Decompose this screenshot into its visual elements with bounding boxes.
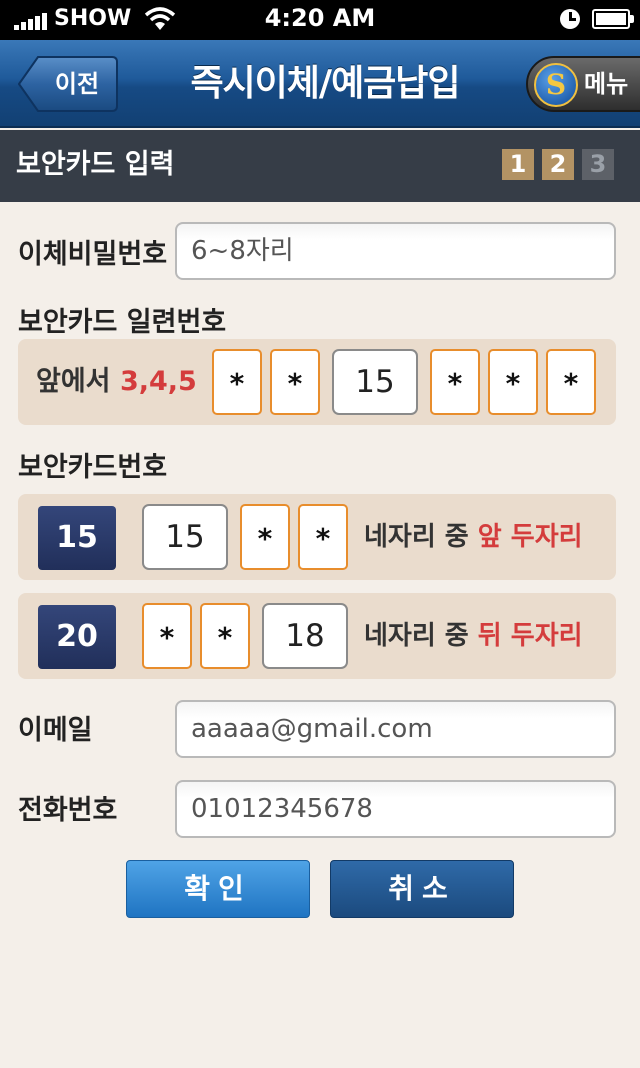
card-cell-2-1: * <box>142 603 192 669</box>
serial-prefix: 앞에서 <box>36 366 111 397</box>
card-row-1-desc-prefix: 네자리 중 <box>364 522 469 552</box>
card-cell-1-3: * <box>298 504 348 570</box>
card-cell-2-2: * <box>200 603 250 669</box>
cancel-button[interactable]: 취소 <box>330 860 514 918</box>
email-label: 이메일 <box>18 715 93 746</box>
status-bar: SHOW 4:20 AM <box>0 0 640 40</box>
back-button-label: 이전 <box>54 70 100 98</box>
section-title: 보안카드 입력 <box>16 149 175 180</box>
transfer-password-input[interactable]: 6~8자리 <box>175 222 616 280</box>
card-row-1: 15 15 * * 네자리 중 앞 두자리 <box>18 494 616 580</box>
navigation-bar: 이전 즉시이체/예금납입 메뉴 <box>0 40 640 128</box>
page-title: 즉시이체/예금납입 <box>190 63 460 104</box>
card-input-1[interactable]: 15 <box>142 504 228 570</box>
step-2: 2 <box>542 149 574 180</box>
transfer-password-label: 이체비밀번호 <box>18 239 168 270</box>
email-input[interactable]: aaaaa@gmail.com <box>175 700 616 758</box>
card-row-2-desc: 네자리 중 뒤 두자리 <box>364 593 583 679</box>
card-row-2-desc-prefix: 네자리 중 <box>364 621 469 651</box>
step-1: 1 <box>502 149 534 180</box>
serial-hint: 앞에서 3,4,5 <box>36 339 197 425</box>
card-cell-1-2: * <box>240 504 290 570</box>
phone-label: 전화번호 <box>18 795 118 826</box>
rotation-lock-icon <box>560 9 580 29</box>
menu-button-label: 메뉴 <box>584 70 629 98</box>
card-row-2: 20 * * 18 네자리 중 뒤 두자리 <box>18 593 616 679</box>
card-index-1: 15 <box>38 506 116 570</box>
battery-icon <box>592 9 634 29</box>
card-input-2[interactable]: 18 <box>262 603 348 669</box>
phone-input[interactable]: 01012345678 <box>175 780 616 838</box>
confirm-button[interactable]: 확인 <box>126 860 310 918</box>
serial-cell-4: * <box>430 349 480 415</box>
serial-cell-6: * <box>546 349 596 415</box>
serial-panel: 앞에서 3,4,5 * * 15 * * * <box>18 339 616 425</box>
serial-positions: 3,4,5 <box>119 366 197 397</box>
card-number-label: 보안카드번호 <box>18 452 168 483</box>
serial-label: 보안카드 일련번호 <box>18 307 227 338</box>
card-row-1-desc-highlight: 앞 두자리 <box>477 522 583 552</box>
card-row-1-desc: 네자리 중 앞 두자리 <box>364 494 583 580</box>
card-index-2: 20 <box>38 605 116 669</box>
clock: 4:20 AM <box>264 4 376 32</box>
serial-cell-5: * <box>488 349 538 415</box>
serial-cell-2: * <box>270 349 320 415</box>
serial-input[interactable]: 15 <box>332 349 418 415</box>
menu-button[interactable]: 메뉴 <box>526 56 640 112</box>
step-3: 3 <box>582 149 614 180</box>
card-row-2-desc-highlight: 뒤 두자리 <box>477 621 583 651</box>
serial-cell-1: * <box>212 349 262 415</box>
bank-logo-icon <box>534 63 578 107</box>
back-button[interactable]: 이전 <box>18 56 118 112</box>
